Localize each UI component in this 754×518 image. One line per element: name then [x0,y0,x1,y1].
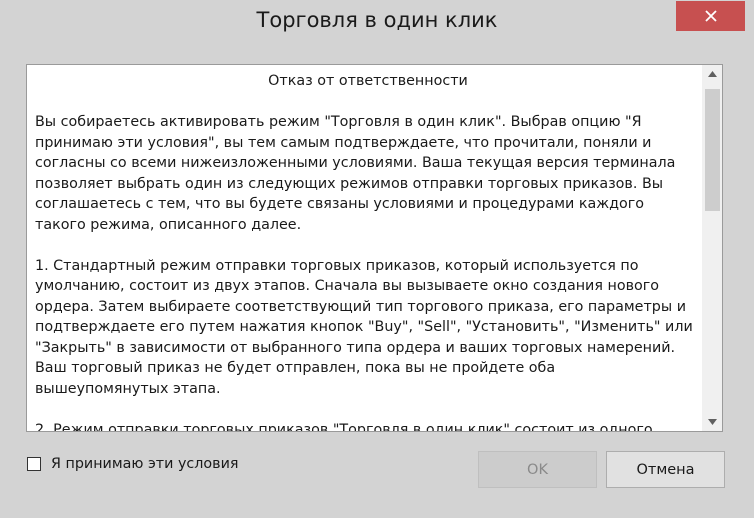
ok-button[interactable]: OK [478,451,597,488]
accept-terms-checkbox[interactable] [27,457,41,471]
scrollbar-thumb[interactable] [705,89,720,211]
disclaimer-content: Отказ от ответственности Вы собираетесь … [35,71,701,432]
accept-terms-row[interactable]: Я принимаю эти условия [27,454,239,474]
one-click-trading-dialog: Торговля в один клик Отказ от ответствен… [0,0,754,518]
scroll-down-button[interactable] [702,413,722,431]
disclaimer-text-area[interactable]: Отказ от ответственности Вы собираетесь … [26,64,723,432]
disclaimer-paragraph: Вы собираетесь активировать режим "Торго… [35,114,676,233]
disclaimer-heading: Отказ от ответственности [268,73,468,89]
close-icon [704,10,717,22]
title-bar: Торговля в один клик [0,0,754,48]
dialog-title: Торговля в один клик [256,8,498,32]
vertical-scrollbar[interactable] [702,65,722,431]
arrow-down-icon [707,419,717,425]
cancel-button[interactable]: Отмена [606,451,725,488]
disclaimer-paragraph: 2. Режим отправки торговых приказов "Тор… [35,421,653,432]
scroll-up-button[interactable] [702,65,722,83]
disclaimer-paragraph: 1. Стандартный режим отправки торговых п… [35,257,693,397]
close-button[interactable] [676,1,745,31]
arrow-up-icon [707,71,717,77]
accept-terms-label[interactable]: Я принимаю эти условия [51,456,239,472]
